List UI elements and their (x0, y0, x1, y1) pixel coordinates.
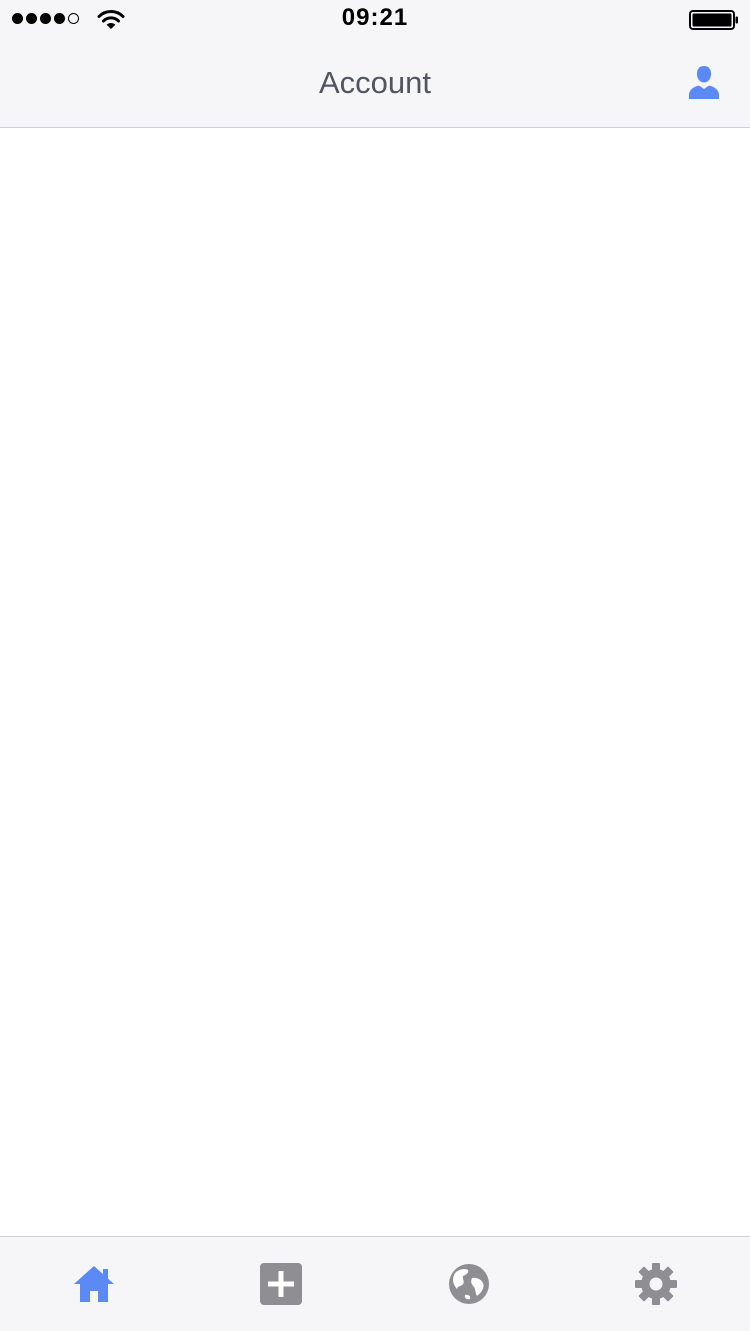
person-icon (687, 64, 721, 105)
battery-icon (689, 10, 739, 35)
home-icon (70, 1260, 118, 1308)
tab-settings[interactable] (563, 1237, 750, 1331)
tab-bar (0, 1236, 750, 1331)
gear-icon (632, 1260, 680, 1308)
tab-add[interactable] (188, 1237, 376, 1331)
profile-button[interactable] (684, 64, 724, 104)
status-time: 09:21 (341, 4, 409, 31)
tab-home[interactable] (0, 1237, 188, 1331)
plus-square-icon (257, 1260, 305, 1308)
main-content (0, 128, 750, 1236)
status-bar: 09:21 (0, 0, 750, 40)
tab-explore[interactable] (375, 1237, 563, 1331)
page-title: Account (318, 65, 431, 100)
navigation-bar: Account (0, 40, 750, 128)
globe-icon (445, 1260, 493, 1308)
